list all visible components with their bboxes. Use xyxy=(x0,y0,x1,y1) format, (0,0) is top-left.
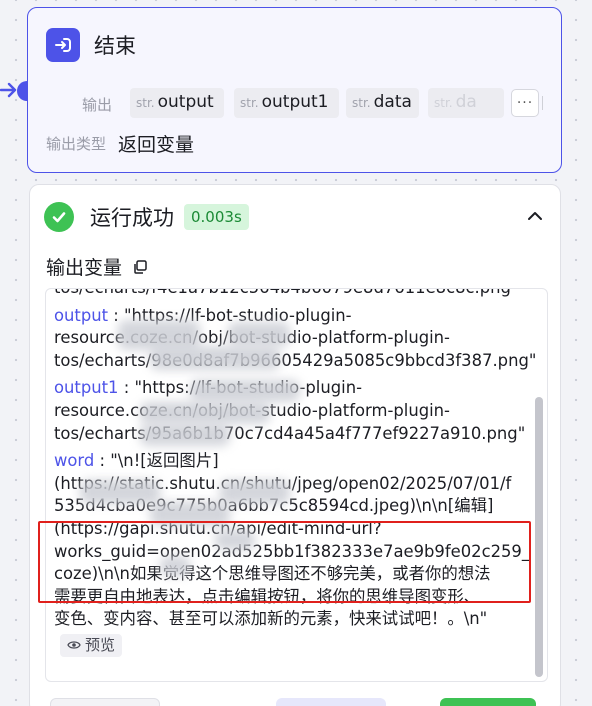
redaction-blur xyxy=(228,322,290,346)
bottom-button-middle[interactable] xyxy=(276,698,386,706)
var-tag-output1[interactable]: str. output1 xyxy=(234,88,339,118)
more-outputs-button[interactable]: ··· xyxy=(511,89,539,117)
redaction-blur xyxy=(150,346,280,370)
bottom-button-left[interactable] xyxy=(50,698,160,706)
bottom-button-run[interactable] xyxy=(440,698,536,706)
var-name: output1 xyxy=(261,92,329,112)
json-key: word xyxy=(54,451,95,471)
output-type-value: 返回变量 xyxy=(118,134,195,156)
redaction-blur xyxy=(80,480,160,504)
output-type-row: 输出类型 返回变量 xyxy=(46,130,194,157)
json-line: resource.coze.cn/obj/bot-studio-platform… xyxy=(54,400,536,423)
connector-arrow-icon xyxy=(0,82,17,98)
var-name: output xyxy=(157,92,214,112)
redaction-blur xyxy=(140,424,230,446)
var-type: str. xyxy=(136,96,155,110)
json-line: 变色、变内容、甚至可以添加新的元素，快来试试吧！。\n" xyxy=(54,609,488,629)
redaction-blur xyxy=(140,402,270,424)
scrollbar[interactable] xyxy=(535,397,543,677)
run-result-panel: 运行成功 0.003s 输出变量 tos/echarts/f4e1a7b12c5… xyxy=(29,184,561,706)
success-check-icon xyxy=(44,202,74,232)
redaction-blur xyxy=(220,480,290,504)
output-label: 输出 xyxy=(82,96,113,114)
var-tag-data[interactable]: str. data xyxy=(346,88,419,118)
redaction-blur xyxy=(190,380,300,402)
chevron-up-icon[interactable] xyxy=(525,206,545,226)
node-header: 结束 xyxy=(46,28,136,62)
node-title: 结束 xyxy=(94,34,136,58)
copy-icon[interactable] xyxy=(132,259,148,275)
var-tag-da[interactable]: str. da xyxy=(428,88,504,118)
var-tag-output[interactable]: str. output xyxy=(130,88,224,118)
var-type: str. xyxy=(240,96,259,110)
output-type-label: 输出类型 xyxy=(46,135,107,153)
output-variables-label: 输出变量 xyxy=(46,257,123,279)
json-entry-previous: tos/echarts/f4e1a7b12c564b4b6079e8d7611e… xyxy=(54,289,536,300)
status-text: 运行成功 xyxy=(90,206,174,230)
var-type: str. xyxy=(434,96,453,110)
end-node-card[interactable]: 结束 输出 str. output str. output1 str. data… xyxy=(27,7,562,173)
exit-icon xyxy=(46,28,80,62)
output-variables-row: 输出 str. output str. output1 str. data st… xyxy=(28,88,561,118)
run-status: 运行成功 0.003s xyxy=(44,202,249,232)
json-line: tos/echarts/f4e1a7b12c564b4b6079e8d7611e… xyxy=(54,289,536,300)
preview-label: 预览 xyxy=(85,636,116,655)
var-name: da xyxy=(455,92,477,112)
preview-button[interactable]: 预览 xyxy=(60,633,123,657)
divider xyxy=(542,96,543,110)
highlight-annotation xyxy=(38,521,531,603)
json-line: : "\n![返回图片] xyxy=(94,451,219,471)
output-variables-header: 输出变量 xyxy=(46,253,148,280)
json-line: tos/echarts/98e0d8af7b96605429a5085c9bbc… xyxy=(54,350,537,370)
eye-icon xyxy=(67,641,81,650)
var-type: str. xyxy=(352,96,371,110)
duration-badge: 0.003s xyxy=(184,204,249,230)
var-name: data xyxy=(373,92,412,112)
json-key: output xyxy=(54,305,109,325)
json-line: tos/echarts/95a6b1b70c7cd4a45a4f777ef922… xyxy=(54,423,526,443)
json-key: output1 xyxy=(54,378,119,398)
